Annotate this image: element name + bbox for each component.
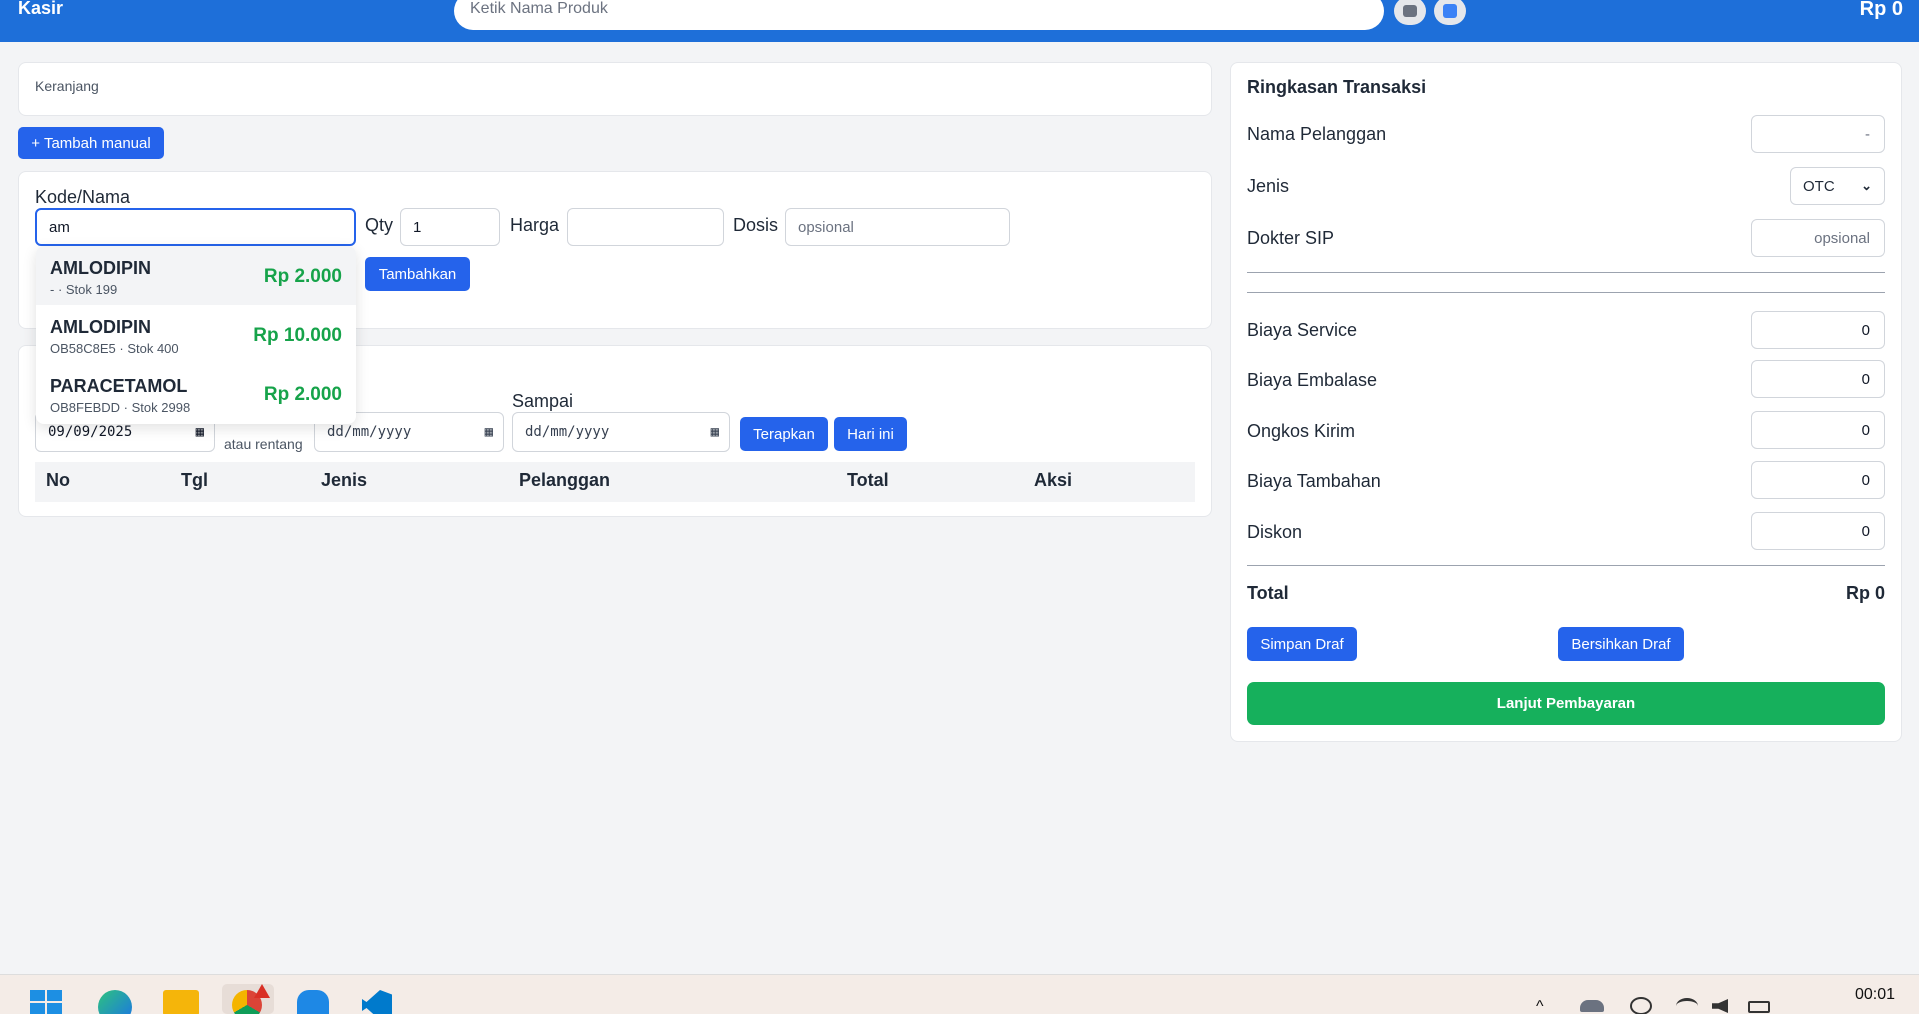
col-pelanggan: Pelanggan	[519, 470, 611, 490]
cart-title: Keranjang	[35, 78, 99, 94]
type-select[interactable]: OTC ⌄	[1790, 167, 1885, 205]
header-total: Rp 0	[1859, 0, 1903, 20]
calendar-icon: ▦	[710, 424, 719, 440]
calendar-icon: ▦	[484, 424, 493, 440]
suggestion-price: Rp 10.000	[253, 325, 342, 346]
top-bar: Kasir Ketik Nama Produk Rp 0	[0, 0, 1919, 42]
fee-input-extra[interactable]: 0	[1751, 461, 1885, 499]
col-aksi: Aksi	[1034, 470, 1073, 490]
chevron-up-icon[interactable]: ^	[1536, 998, 1544, 1014]
harga-input[interactable]	[567, 208, 724, 246]
suggestion-item[interactable]: PARACETAMOL OB8FEBDD · Stok 2998 Rp 2.00…	[36, 364, 356, 423]
suggestion-name: PARACETAMOL	[50, 376, 188, 396]
range-to-input[interactable]: dd/mm/yyyy ▦	[512, 412, 730, 452]
harga-label: Harga	[510, 215, 560, 235]
suggestion-item[interactable]: AMLODIPIN - · Stok 199 Rp 2.000	[36, 246, 356, 305]
suggestion-price: Rp 2.000	[263, 384, 342, 405]
customer-label: Nama Pelanggan	[1247, 124, 1387, 144]
type-select-value: OTC	[1803, 177, 1835, 195]
vscode-icon[interactable]	[362, 990, 398, 1014]
wifi-icon[interactable]	[1676, 998, 1698, 1014]
cloud-icon[interactable]	[1580, 1000, 1604, 1012]
edge-icon[interactable]	[98, 990, 134, 1014]
app-title: Kasir	[18, 0, 64, 18]
fee-label-discount: Diskon	[1247, 522, 1303, 542]
calendar-icon: ▦	[195, 424, 204, 440]
divider	[1247, 565, 1885, 566]
suggestion-sub: OB8FEBDD · Stok 2998	[50, 400, 191, 415]
history-table-header	[35, 462, 1195, 502]
fee-label-embalase: Biaya Embalase	[1247, 370, 1378, 390]
suggestion-name: AMLODIPIN	[50, 317, 151, 337]
clear-draft-button[interactable]: Bersihkan Draf	[1558, 627, 1684, 661]
col-jenis: Jenis	[321, 470, 368, 490]
doctor-label: Dokter SIP	[1247, 228, 1335, 248]
cart-card: Keranjang	[18, 62, 1212, 116]
qty-input[interactable]: 1	[400, 208, 500, 246]
divider	[1247, 292, 1885, 293]
suggestion-sub: - · Stok 199	[50, 282, 118, 297]
or-range-text: atau rentang	[224, 436, 303, 452]
qty-label: Qty	[365, 215, 394, 235]
fee-input-discount[interactable]: 0	[1751, 512, 1885, 550]
fee-input-embalase[interactable]: 0	[1751, 360, 1885, 398]
fee-label-shipping: Ongkos Kirim	[1247, 421, 1356, 441]
fee-label-extra: Biaya Tambahan	[1247, 471, 1381, 491]
dosis-input[interactable]: opsional	[785, 208, 1010, 246]
kode-label: Kode/Nama	[35, 187, 131, 207]
app-icon[interactable]	[297, 990, 333, 1014]
total-label: Total	[1247, 583, 1289, 603]
divider	[1247, 272, 1885, 273]
windows-start-icon[interactable]	[30, 990, 66, 1014]
col-total: Total	[847, 470, 889, 490]
date-value: 09/09/2025	[48, 424, 133, 440]
kode-input[interactable]: am	[35, 208, 356, 246]
suggestion-dropdown: AMLODIPIN - · Stok 199 Rp 2.000 AMLODIPI…	[36, 246, 356, 424]
summary-title: Ringkasan Transaksi	[1247, 77, 1427, 97]
chrome-icon[interactable]	[222, 984, 274, 1014]
col-no: No	[46, 470, 70, 490]
fee-input-shipping[interactable]: 0	[1751, 411, 1885, 449]
taskbar-clock[interactable]: 00:01	[1855, 986, 1895, 1004]
total-value: Rp 0	[1845, 583, 1885, 603]
range-from-placeholder: dd/mm/yyyy	[327, 424, 412, 440]
suggestion-name: AMLODIPIN	[50, 258, 151, 278]
range-to-placeholder: dd/mm/yyyy	[525, 424, 610, 440]
sampai-label: Sampai	[512, 391, 574, 411]
network-off-icon[interactable]	[1630, 997, 1652, 1014]
save-draft-button[interactable]: Simpan Draf	[1247, 627, 1357, 661]
customer-input[interactable]: -	[1751, 115, 1885, 153]
suggestion-item[interactable]: AMLODIPIN OB58C8E5 · Stok 400 Rp 10.000	[36, 305, 356, 364]
dosis-label: Dosis	[733, 215, 779, 235]
today-button[interactable]: Hari ini	[834, 417, 907, 451]
doctor-input[interactable]: opsional	[1751, 219, 1885, 257]
battery-icon[interactable]	[1748, 1001, 1770, 1013]
add-item-button[interactable]: Tambahkan	[365, 257, 470, 291]
pause-icon[interactable]	[1434, 0, 1466, 25]
apply-button[interactable]: Terapkan	[740, 417, 828, 451]
product-search-input[interactable]: Ketik Nama Produk	[454, 0, 1384, 30]
chevron-down-icon: ⌄	[1861, 178, 1872, 193]
suggestion-price: Rp 2.000	[263, 266, 342, 287]
type-label: Jenis	[1247, 176, 1290, 196]
col-tgl: Tgl	[181, 470, 208, 490]
suggestion-sub: OB58C8E5 · Stok 400	[50, 341, 179, 356]
barcode-icon[interactable]	[1394, 0, 1426, 25]
add-manual-button[interactable]: + Tambah manual	[18, 127, 164, 159]
proceed-payment-button[interactable]: Lanjut Pembayaran	[1247, 682, 1885, 725]
warning-icon	[254, 984, 270, 998]
fee-input-service[interactable]: 0	[1751, 311, 1885, 349]
folder-icon[interactable]	[163, 990, 199, 1014]
fee-label-service: Biaya Service	[1247, 320, 1358, 340]
